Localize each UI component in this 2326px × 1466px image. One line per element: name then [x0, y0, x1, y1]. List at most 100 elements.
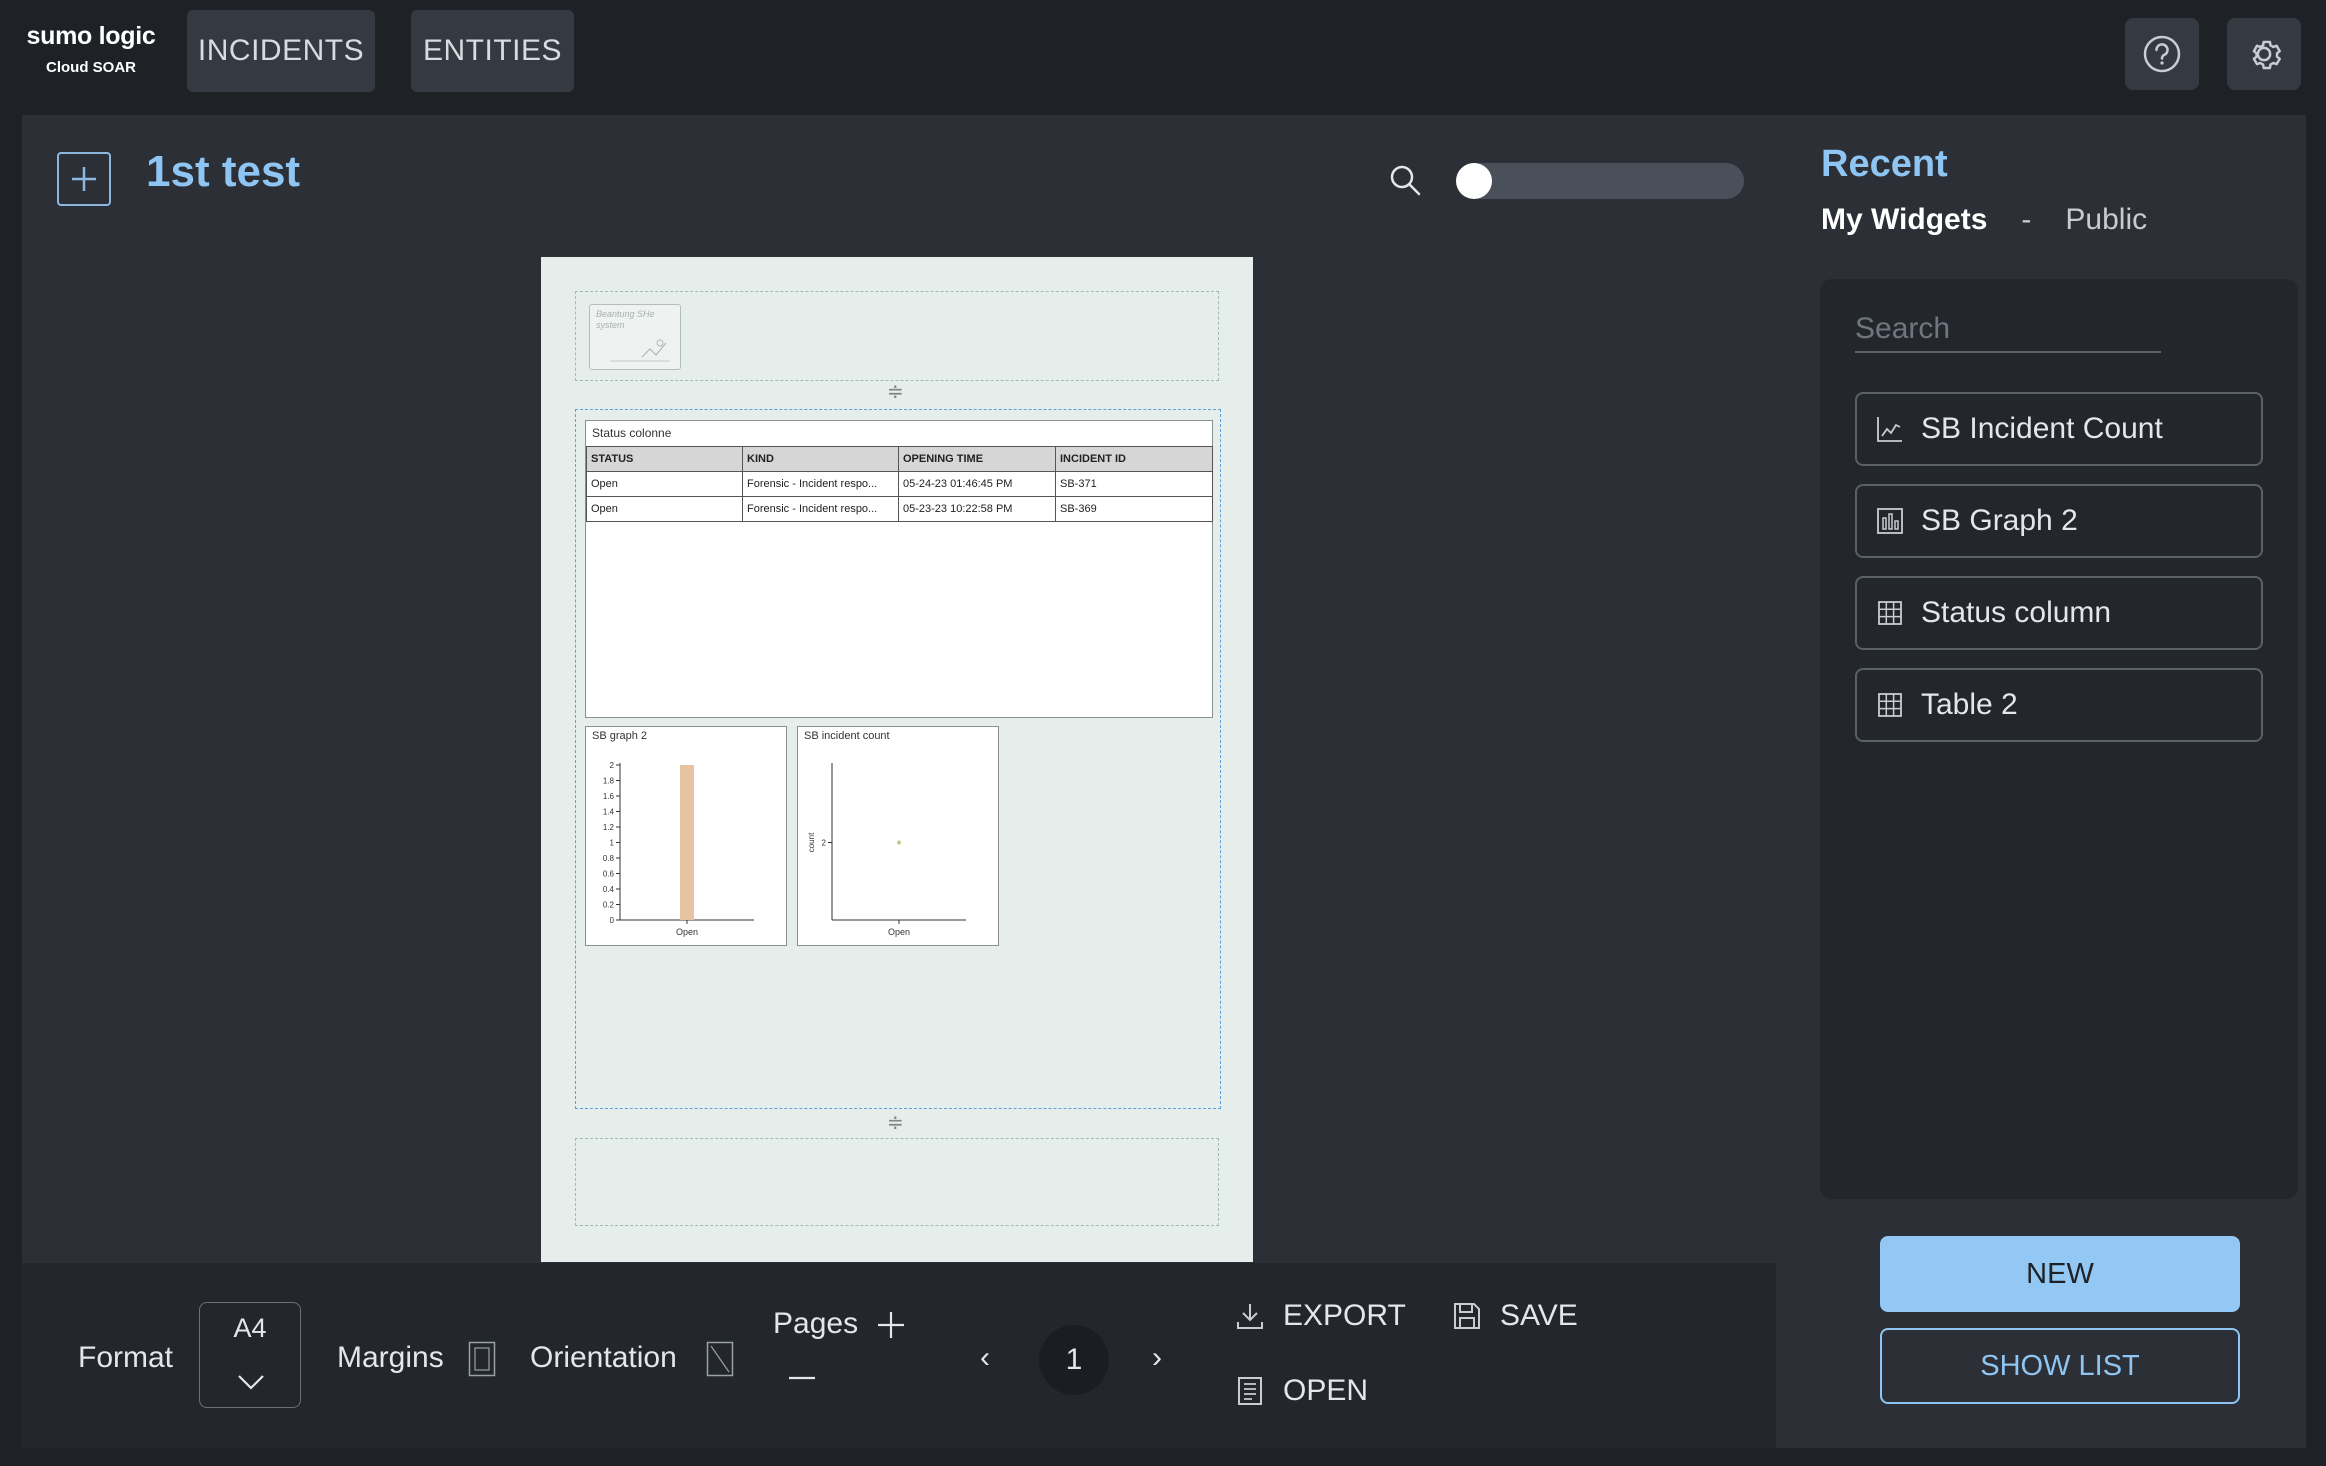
bar-chart-widget[interactable]: 0 0.2 0.4 0.6 0.8 1 1.2 1.4 1.6 1.8 2 Open SB graph… [585, 726, 787, 946]
settings-button[interactable] [2227, 18, 2301, 90]
widget-item-label: Status column [1921, 596, 2112, 629]
report-page: Beantung SHe system ≑ Status colonne STA… [541, 257, 1253, 1262]
widget-list: SB Incident Count SB Graph 2 Status colu… [1820, 279, 2298, 1199]
page-number: 1 [1039, 1325, 1109, 1395]
table-cell: SB-371 [1055, 471, 1213, 497]
save-icon [1454, 1303, 1480, 1329]
open-button[interactable]: OPEN [1235, 1374, 1368, 1408]
y-tick-label: 2 [610, 761, 615, 770]
widget-item-label: Table 2 [1921, 688, 2018, 721]
format-value: A4 [233, 1313, 267, 1343]
tab-my-widgets[interactable]: My Widgets [1821, 203, 1987, 237]
open-label: OPEN [1283, 1374, 1369, 1407]
y-tick-label: 2 [822, 839, 827, 848]
export-button[interactable]: EXPORT [1235, 1299, 1406, 1333]
table-cell: 05-24-23 01:46:45 PM [898, 471, 1056, 497]
table-widget[interactable]: Status colonne STATUS KIND OPENING TIME … [585, 420, 1213, 718]
section-resize-handle[interactable]: ≑ [887, 1110, 904, 1135]
y-tick-label: 1 [610, 839, 615, 848]
table-widget-title: Status colonne [592, 426, 672, 440]
y-axis-label: count [807, 832, 816, 852]
x-tick-label: Open [676, 927, 698, 937]
header-logo-image[interactable]: Beantung SHe system [589, 304, 681, 370]
nav-incidents-button[interactable]: INCIDENTS [187, 10, 375, 92]
y-tick-label: 0.6 [603, 870, 615, 879]
tab-separator: - [2021, 203, 2032, 236]
scatter-chart-widget[interactable]: 2 count Open SB incident count [797, 726, 999, 946]
y-tick-label: 0.2 [603, 901, 615, 910]
header-section[interactable]: Beantung SHe system [575, 291, 1219, 381]
bar [680, 765, 694, 920]
search-input[interactable] [1855, 309, 2161, 349]
widget-item-sb-incident-count[interactable]: SB Incident Count [1855, 392, 2263, 466]
table-cell: SB-369 [1055, 496, 1213, 522]
add-report-button[interactable] [57, 152, 111, 206]
table-icon [1878, 601, 1902, 625]
widget-item-sb-graph-2[interactable]: SB Graph 2 [1855, 484, 2263, 558]
show-list-button[interactable]: SHOW LIST [1880, 1328, 2240, 1404]
table-cell: Open [586, 496, 743, 522]
table-cell: 05-23-23 10:22:58 PM [898, 496, 1056, 522]
x-tick-label: Open [888, 927, 910, 937]
y-tick-label: 1.2 [603, 823, 615, 832]
nav-entities-button[interactable]: ENTITIES [411, 10, 574, 92]
margins-icon[interactable] [468, 1341, 496, 1377]
chevron-down-icon [238, 1375, 264, 1390]
search-icon [1390, 165, 1421, 196]
save-label: SAVE [1500, 1299, 1578, 1332]
export-label: EXPORT [1283, 1299, 1406, 1332]
body-section[interactable]: Status colonne STATUS KIND OPENING TIME … [575, 409, 1221, 1109]
table-widget-grid: STATUS KIND OPENING TIME INCIDENT ID Ope… [586, 446, 1213, 522]
column-header: STATUS [586, 446, 743, 472]
table-cell: Forensic - Incident respo... [742, 471, 899, 497]
brand-name: sumo logic [26, 22, 156, 50]
table-row: Open Forensic - Incident respo... 05-23-… [586, 496, 1213, 522]
column-header: KIND [742, 446, 899, 472]
top-bar: sumo logic Cloud SOAR INCIDENTS ENTITIES [0, 0, 2326, 115]
y-tick-label: 1.4 [603, 808, 615, 817]
data-point [897, 840, 901, 845]
gear-icon [2252, 40, 2281, 70]
report-editor: 1st test Beantung SHe system ≑ Status co… [22, 115, 1776, 1448]
bottom-toolbar: Format A4 Margins Orientation Pages ‹ 1 … [22, 1263, 1776, 1448]
sidebar-title: Recent [1821, 143, 1948, 185]
table-cell: Open [586, 471, 743, 497]
tab-public[interactable]: Public [2065, 203, 2147, 237]
y-tick-label: 1.8 [603, 777, 615, 786]
page-title[interactable]: 1st test [146, 147, 300, 197]
y-tick-label: 0.4 [603, 885, 615, 894]
table-row: Open Forensic - Incident respo... 05-24-… [586, 471, 1213, 497]
footer-section[interactable] [575, 1138, 1219, 1226]
bar-chart-icon [1877, 508, 1903, 534]
chart-title: SB graph 2 [592, 730, 648, 742]
column-header: OPENING TIME [898, 446, 1056, 472]
new-widget-button[interactable]: NEW [1880, 1236, 2240, 1312]
widget-item-table-2[interactable]: Table 2 [1855, 668, 2263, 742]
zoom-slider[interactable] [1456, 163, 1744, 199]
widget-item-label: SB Graph 2 [1921, 504, 2078, 537]
download-icon [1237, 1304, 1263, 1329]
section-resize-handle[interactable]: ≑ [887, 379, 904, 404]
brand-logo[interactable]: sumo logic Cloud SOAR [26, 22, 156, 76]
widget-item-label: SB Incident Count [1921, 412, 2163, 445]
plus-icon [72, 167, 96, 191]
help-button[interactable] [2125, 18, 2199, 90]
y-tick-label: 1.6 [603, 792, 615, 801]
next-page-button[interactable]: › [1152, 1341, 1162, 1375]
previous-page-button[interactable]: ‹ [980, 1341, 990, 1375]
remove-page-icon[interactable] [786, 1374, 818, 1382]
table-cell: Forensic - Incident respo... [742, 496, 899, 522]
y-tick-label: 0.8 [603, 854, 615, 863]
orientation-icon[interactable] [706, 1341, 734, 1377]
search-field[interactable] [1855, 309, 2161, 353]
margins-label: Margins [337, 1341, 444, 1374]
add-page-icon[interactable] [875, 1309, 907, 1341]
widget-item-status-column[interactable]: Status column [1855, 576, 2263, 650]
document-icon [1238, 1377, 1262, 1405]
column-header: INCIDENT ID [1055, 446, 1213, 472]
help-icon [2143, 35, 2181, 73]
format-select[interactable]: A4 [199, 1302, 301, 1408]
y-tick-label: 0 [610, 916, 615, 925]
save-button[interactable]: SAVE [1452, 1299, 1578, 1333]
zoom-slider-handle[interactable] [1456, 163, 1492, 199]
